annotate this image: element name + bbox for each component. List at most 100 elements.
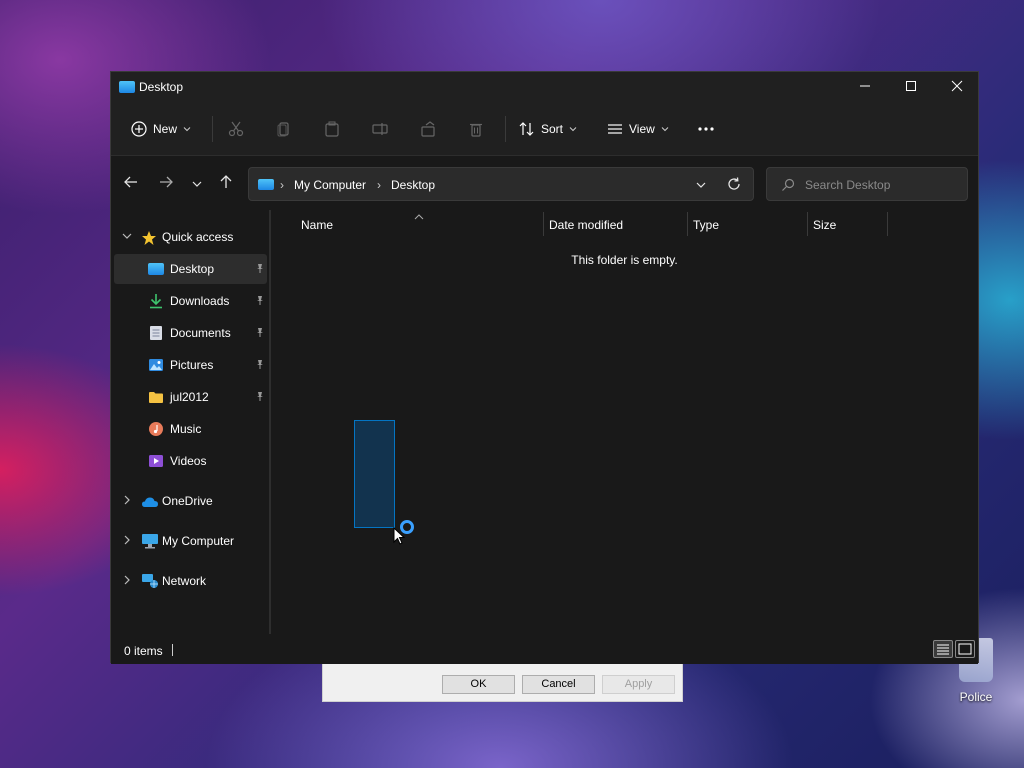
sidebar-item-desktop[interactable]: Desktop (114, 254, 267, 284)
navigation-pane: Quick access Desktop Downloads Documents (111, 210, 269, 634)
arrow-right-icon (160, 176, 173, 188)
title-bar[interactable]: Desktop (111, 72, 978, 102)
toolbar-divider (505, 116, 506, 142)
status-bar: 0 items (111, 634, 978, 664)
sidebar-item-label: Quick access (162, 230, 234, 244)
large-icons-view-icon (958, 643, 972, 655)
delete-icon[interactable] (468, 121, 484, 137)
cancel-button[interactable]: Cancel (522, 675, 595, 694)
back-button[interactable] (121, 174, 141, 194)
computer-icon (141, 533, 158, 549)
sort-ascending-icon (414, 209, 424, 223)
sidebar-item-label: Music (170, 422, 202, 436)
busy-spinner-icon (400, 520, 414, 534)
large-icons-view-button[interactable] (955, 640, 975, 658)
new-button[interactable]: New (131, 114, 191, 144)
cloud-icon (141, 496, 158, 510)
recent-locations-button[interactable] (187, 174, 207, 194)
apply-button[interactable]: Apply (602, 675, 675, 694)
document-icon (149, 325, 165, 340)
column-header-date-modified[interactable]: Date modified (549, 218, 623, 232)
chevron-right-icon (122, 495, 132, 508)
desktop-item-label: Police (959, 690, 993, 704)
plus-circle-icon (131, 121, 147, 137)
maximize-button[interactable] (888, 72, 934, 102)
cut-icon[interactable] (228, 121, 244, 137)
status-divider (172, 644, 173, 656)
close-icon (951, 80, 963, 92)
pin-icon[interactable] (255, 327, 265, 340)
search-icon (782, 178, 795, 191)
address-dropdown-button[interactable] (696, 179, 706, 193)
pin-icon[interactable] (255, 359, 265, 372)
star-icon (141, 230, 157, 245)
selection-rectangle (354, 420, 395, 528)
column-header-size[interactable]: Size (813, 218, 836, 232)
pin-icon[interactable] (255, 391, 265, 404)
forward-button[interactable] (156, 174, 176, 194)
sidebar-item-label: jul2012 (170, 390, 209, 404)
ok-button[interactable]: OK (442, 675, 515, 694)
sidebar-item-documents[interactable]: Documents (114, 318, 267, 348)
column-header-type[interactable]: Type (693, 218, 719, 232)
minimize-icon (860, 85, 870, 87)
sidebar-item-quick-access[interactable]: Quick access (114, 222, 267, 252)
column-divider[interactable] (687, 212, 688, 236)
search-box[interactable] (766, 167, 968, 201)
chevron-right-icon (122, 575, 132, 588)
pin-icon[interactable] (255, 295, 265, 308)
pin-icon[interactable] (255, 263, 265, 276)
desktop-folder-icon (258, 179, 274, 190)
music-icon (148, 421, 164, 436)
sidebar-item-label: Network (162, 574, 207, 588)
folder-icon (148, 390, 164, 404)
sidebar-item-music[interactable]: Music (114, 414, 267, 444)
chevron-down-icon (661, 127, 669, 132)
sidebar-item-label: OneDrive (162, 494, 213, 508)
up-button[interactable] (216, 174, 236, 194)
share-icon[interactable] (420, 121, 436, 137)
sort-button[interactable]: Sort (519, 114, 577, 144)
file-list-view[interactable]: Name Date modified Type Size This folder… (271, 210, 978, 634)
paste-icon[interactable] (324, 121, 340, 137)
desktop-folder-icon (119, 81, 135, 93)
column-divider[interactable] (887, 212, 888, 236)
search-input[interactable] (805, 176, 955, 194)
minimize-button[interactable] (842, 72, 888, 102)
refresh-button[interactable] (727, 177, 741, 194)
more-icon (698, 127, 714, 131)
sidebar-item-network[interactable]: Network (114, 566, 267, 596)
view-button[interactable]: View (607, 114, 669, 144)
details-view-icon (937, 644, 949, 655)
address-bar[interactable]: › My Computer › Desktop (248, 167, 754, 201)
background-dialog: OK Cancel Apply (322, 662, 683, 702)
chevron-down-icon (183, 127, 191, 132)
column-divider[interactable] (543, 212, 544, 236)
sidebar-item-pictures[interactable]: Pictures (114, 350, 267, 380)
sidebar-item-videos[interactable]: Videos (114, 446, 267, 476)
details-view-button[interactable] (933, 640, 953, 658)
toolbar-divider (212, 116, 213, 142)
sidebar-item-label: My Computer (162, 534, 235, 548)
more-options-button[interactable] (697, 114, 715, 144)
chevron-down-icon (192, 181, 202, 187)
sidebar-item-my-computer[interactable]: My Computer (114, 526, 267, 556)
sidebar-item-jul2012[interactable]: jul2012 (114, 382, 267, 412)
sort-icon (519, 122, 534, 136)
column-divider[interactable] (807, 212, 808, 236)
sidebar-item-downloads[interactable]: Downloads (114, 286, 267, 316)
chevron-right-icon (122, 535, 132, 548)
window-title: Desktop (139, 80, 184, 94)
desktop-icon (148, 263, 164, 275)
breadcrumb-my-computer[interactable]: My Computer (294, 178, 366, 192)
arrow-left-icon (124, 176, 137, 188)
chevron-down-icon (122, 231, 132, 244)
sidebar-item-onedrive[interactable]: OneDrive (114, 486, 267, 516)
column-header-name[interactable]: Name (301, 218, 333, 232)
breadcrumb-separator-icon: › (377, 178, 381, 192)
copy-icon[interactable] (276, 121, 292, 137)
breadcrumb-desktop[interactable]: Desktop (391, 178, 435, 192)
rename-icon[interactable] (372, 121, 388, 137)
new-label: New (153, 122, 178, 136)
close-button[interactable] (934, 72, 980, 102)
